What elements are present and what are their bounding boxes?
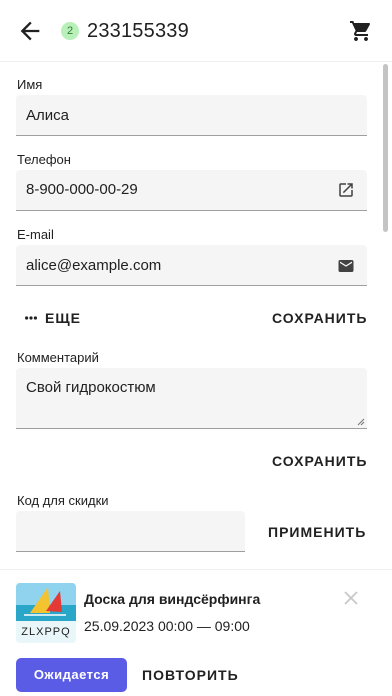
phone-field[interactable]: 8-900-000-00-29	[16, 170, 367, 211]
discount-label: Код для скидки	[17, 493, 109, 508]
email-field[interactable]: alice@example.com	[16, 245, 367, 286]
windsurf-image	[16, 583, 76, 623]
arrow-left-icon	[20, 21, 40, 41]
status-button[interactable]: Ожидается	[16, 658, 127, 692]
email-value: alice@example.com	[26, 257, 162, 274]
item-thumbnail: ZLXPPQ	[16, 583, 76, 643]
comment-label: Комментарий	[17, 350, 99, 365]
cart-button[interactable]	[348, 19, 374, 43]
back-button[interactable]	[16, 17, 44, 45]
name-field[interactable]: Алиса	[16, 95, 367, 136]
save-comment-button[interactable]: СОХРАНИТЬ	[272, 453, 367, 469]
name-label: Имя	[17, 77, 43, 92]
close-icon	[344, 591, 358, 605]
more-label: ЕЩЕ	[45, 310, 81, 326]
phone-label: Телефон	[17, 152, 71, 167]
divider	[0, 569, 392, 570]
mail-icon[interactable]	[337, 257, 355, 275]
item-title: Доска для виндсёрфинга	[84, 591, 261, 607]
item-code: ZLXPPQ	[16, 621, 76, 643]
name-value: Алиса	[26, 107, 69, 124]
order-count-badge: 2	[61, 22, 79, 40]
comment-field[interactable]: Свой гидрокостюм	[16, 368, 367, 429]
item-dates: 25.09.2023 00:00 — 09:00	[84, 618, 250, 634]
remove-item-button[interactable]	[343, 590, 359, 606]
save-button[interactable]: СОХРАНИТЬ	[272, 310, 367, 326]
top-bar: 2 233155339	[0, 0, 392, 62]
email-label: E-mail	[17, 227, 54, 242]
more-button[interactable]: ЕЩЕ	[25, 310, 85, 326]
discount-code-input[interactable]	[16, 511, 245, 552]
apply-button[interactable]: ПРИМЕНИТЬ	[268, 524, 366, 540]
cart-icon	[350, 21, 371, 41]
external-link-icon[interactable]	[337, 181, 355, 199]
comment-value: Свой гидрокостюм	[26, 379, 156, 396]
repeat-button[interactable]: ПОВТОРИТЬ	[142, 667, 239, 683]
more-dots-icon	[25, 316, 37, 320]
phone-value: 8-900-000-00-29	[26, 181, 138, 198]
scrollbar[interactable]	[383, 64, 388, 232]
order-number: 233155339	[87, 20, 189, 42]
resize-handle-icon[interactable]	[357, 418, 365, 426]
